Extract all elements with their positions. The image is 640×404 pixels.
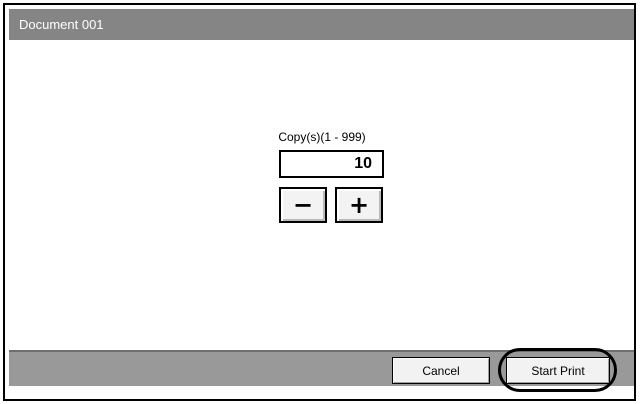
- minus-icon: −: [292, 191, 314, 219]
- decrement-copies-button[interactable]: −: [279, 187, 327, 223]
- copies-label: Copy(s)(1 - 999): [278, 130, 366, 144]
- dialog-content: Copy(s)(1 - 999) 10 − +: [5, 40, 634, 353]
- start-print-button[interactable]: Start Print: [506, 357, 610, 384]
- window-title: Document 001: [9, 9, 634, 40]
- plus-icon: +: [348, 191, 370, 219]
- copies-field[interactable]: 10: [279, 150, 384, 178]
- increment-copies-button[interactable]: +: [335, 187, 383, 223]
- print-dialog: Document 001 Copy(s)(1 - 999) 10 − + Can…: [3, 3, 636, 401]
- cancel-button[interactable]: Cancel: [392, 357, 490, 384]
